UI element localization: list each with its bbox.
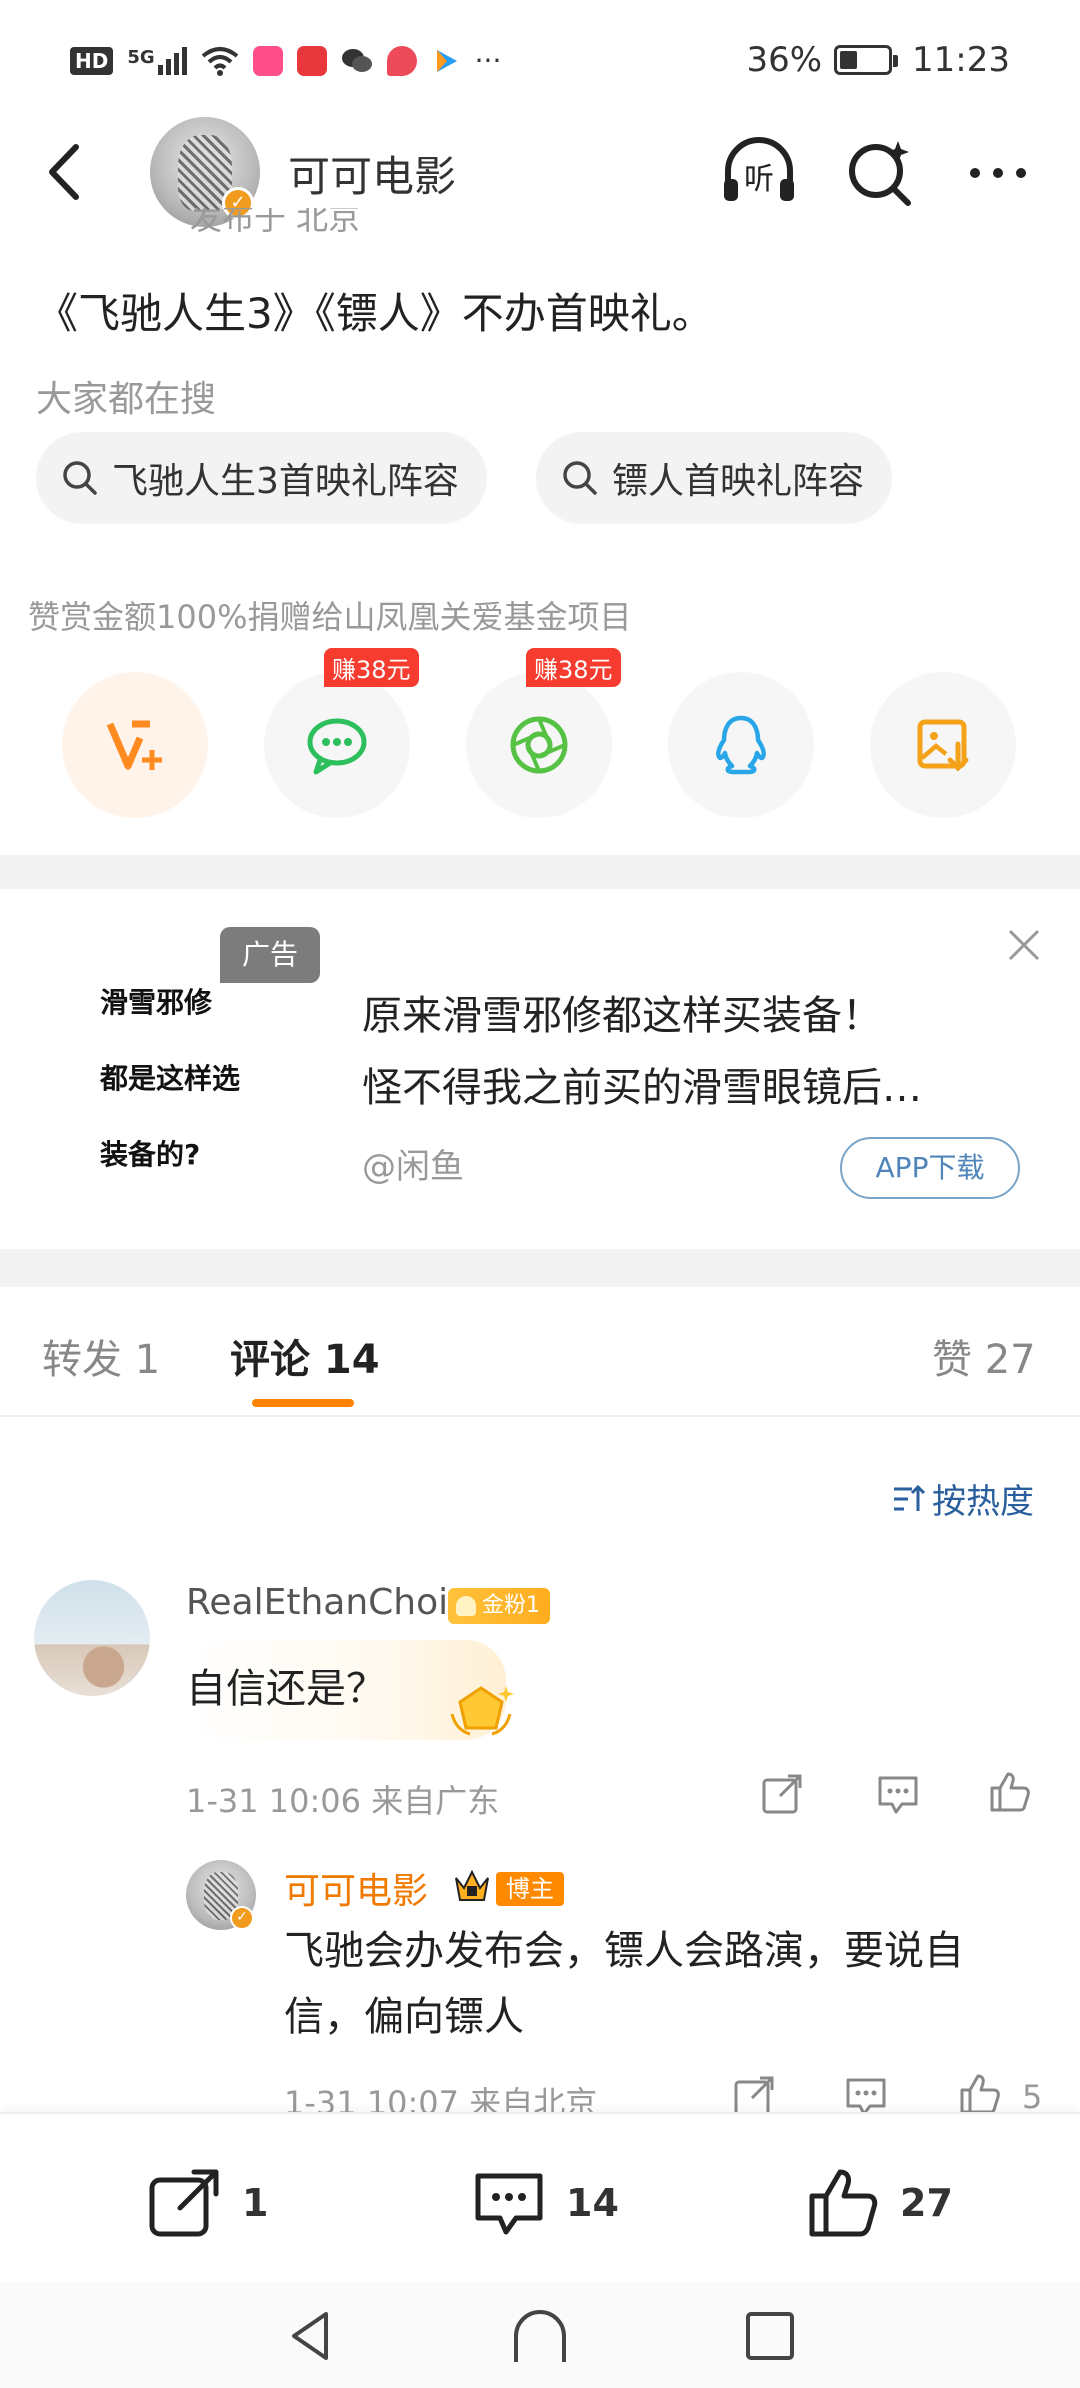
nav-home-icon[interactable] [510, 2306, 570, 2366]
play-notification-icon [436, 49, 457, 72]
blogger-badge: 博主 [496, 1872, 564, 1906]
search-chip-label: 镖人首映礼阵容 [612, 461, 865, 502]
bottom-action-bar: 1 14 27 [0, 2112, 1080, 2282]
battery-icon [834, 45, 899, 75]
tab-repost[interactable]: 转发 1 [42, 1327, 160, 1385]
earn-badge: 赚38元 [324, 648, 419, 687]
search-chip[interactable]: 镖人首映礼阵容 [536, 432, 893, 524]
status-right: 36% 11:23 [746, 40, 1010, 80]
nav-recents-icon[interactable] [740, 2306, 800, 2366]
ad-image-line: 装备的? [100, 1138, 201, 1171]
wechat-icon [307, 718, 367, 775]
tab-comments[interactable]: 评论 14 [230, 1327, 380, 1385]
top-header: ✓ 可可电影 听 [0, 115, 1080, 235]
reply-text: 飞驰会办发布会，镖人会路演，要说自信，偏向镖人 [284, 1928, 964, 2040]
like-count: 27 [900, 2181, 953, 2225]
repost-icon [149, 2169, 219, 2237]
nav-back-icon[interactable] [280, 2306, 340, 2366]
comment-meta: 1-31 10:06 来自广东 [186, 1782, 500, 1820]
share-row: 赚38元 赚38元 [0, 648, 1080, 822]
ad-title-line: 怪不得我之前买的滑雪眼镜后… [362, 1065, 922, 1111]
app-download-button[interactable]: APP下载 [840, 1137, 1020, 1199]
donation-note: 赞赏金额100%捐赠给山凤凰关爱基金项目 [28, 598, 632, 636]
search-section-label: 大家都在搜 [36, 379, 217, 420]
battery-percent: 36% [746, 40, 823, 80]
system-nav-bar [0, 2282, 1080, 2388]
interaction-tabs: 转发 1 评论 14 赞 27 [0, 1287, 1080, 1417]
network-label: 5G [127, 46, 155, 68]
comment-icon [475, 2173, 543, 2235]
ad-image-line: 都是这样选 [100, 1062, 241, 1095]
save-image-button[interactable] [870, 672, 1016, 818]
share-wechat-button[interactable]: 赚38元 [264, 648, 419, 818]
earn-badge: 赚38元 [526, 648, 621, 687]
moments-icon [510, 716, 568, 774]
like-reply-icon[interactable] [956, 2070, 1004, 2118]
tab-likes[interactable]: 赞 27 [932, 1327, 1036, 1385]
share-qq-button[interactable] [668, 672, 814, 818]
repost-button[interactable]: 1 [146, 2164, 268, 2242]
search-icon [563, 461, 597, 495]
author-name[interactable]: 可可电影 [288, 143, 456, 204]
replier-name[interactable]: 可可电影 [284, 1862, 428, 1914]
commenter-avatar[interactable] [34, 1580, 150, 1696]
more-icon[interactable] [955, 129, 1041, 215]
reply-like-count: 5 [1022, 2078, 1043, 2116]
listen-label: 听 [744, 162, 774, 197]
more-notifications: ··· [474, 44, 502, 77]
like-icon [809, 2169, 878, 2237]
clock: 11:23 [912, 40, 1010, 80]
like-comment-icon[interactable] [986, 1768, 1034, 1816]
status-bar: HD 5G ··· 36% 11:23 [0, 0, 1080, 130]
active-tab-indicator [252, 1399, 354, 1407]
repost-count: 1 [242, 2181, 269, 2225]
section-divider [0, 1249, 1080, 1287]
search-chip-label: 飞驰人生3首映礼阵容 [112, 461, 459, 502]
verified-badge-icon: ✓ [230, 1906, 254, 1930]
back-icon[interactable] [38, 137, 98, 207]
listen-icon[interactable]: 听 [716, 129, 802, 215]
close-icon[interactable] [1004, 925, 1044, 965]
hd-badge: HD [70, 46, 114, 75]
reply-comment-icon[interactable] [874, 1770, 922, 1818]
sort-label: 按热度 [932, 1482, 1034, 1522]
repost-comment-icon[interactable] [758, 1770, 806, 1818]
search-chip[interactable]: 飞驰人生3首映礼阵容 [36, 432, 487, 524]
ad-title-line: 原来滑雪邪修都这样买装备！ [362, 993, 882, 1039]
app-notification-icon [252, 45, 283, 76]
ad-image-line: 滑雪邪修 [100, 986, 213, 1019]
medal-icon [450, 1686, 514, 1736]
wifi-icon [201, 46, 238, 76]
reward-button[interactable] [62, 672, 208, 818]
wechat-notification-icon [341, 48, 372, 72]
comment-text: 自信还是？ [186, 1666, 386, 1712]
search-icon[interactable] [836, 129, 922, 215]
share-moments-button[interactable]: 赚38元 [466, 648, 621, 818]
search-icon [63, 461, 97, 495]
fan-badge: 金粉1 [448, 1588, 550, 1624]
huawei-notification-icon [296, 45, 327, 76]
ad-tag: 广告 [220, 927, 320, 983]
sort-button[interactable]: 按热度 [890, 1474, 1034, 1523]
like-button[interactable]: 27 [804, 2164, 953, 2242]
comment-count: 14 [566, 2181, 619, 2225]
comment-button[interactable]: 14 [470, 2164, 619, 2242]
status-left-icons: HD 5G ··· [70, 44, 501, 77]
save-image-icon [917, 719, 969, 772]
crown-icon [455, 1869, 489, 1901]
red-app-notification-icon [386, 45, 417, 76]
post-text: 《飞驰人生3》《镖人》不办首映礼。 [36, 289, 714, 338]
vplus-icon [106, 720, 162, 770]
ad-card[interactable]: 广告 滑雪邪修 都是这样选 装备的? 原来滑雪邪修都这样买装备！ 怪不得我之前买… [0, 889, 1080, 1249]
commenter-name[interactable]: RealEthanChoi [186, 1582, 448, 1623]
ad-source: @闲鱼 [362, 1147, 464, 1187]
post-location: 发布于 北京 [190, 208, 361, 237]
signal-icon: 5G [127, 46, 187, 75]
sort-icon [894, 1484, 926, 1511]
section-divider [0, 855, 1080, 889]
battery-level [840, 51, 858, 69]
qq-icon [716, 715, 766, 775]
